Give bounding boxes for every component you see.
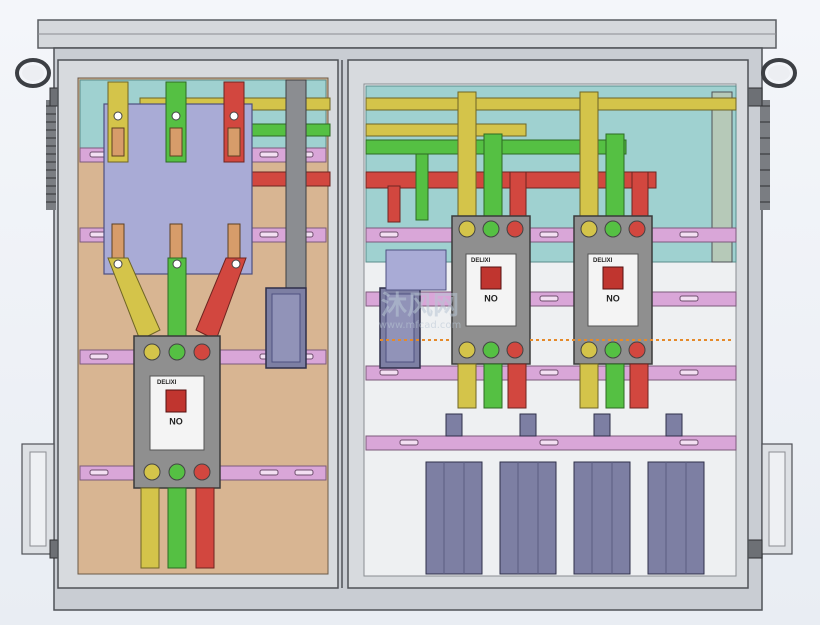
svg-text:沐风网: 沐风网 [381, 291, 459, 321]
lifting-eye-icon [15, 58, 51, 88]
breaker-on-label: ON [606, 293, 620, 303]
breaker-brand-label: DELIXI [157, 380, 177, 386]
ventilation-louver-icon [760, 100, 770, 210]
breaker-brand-label: DELIXI [593, 258, 613, 264]
main-breaker: DELIXI ON [133, 335, 221, 489]
hinge-icon [747, 539, 763, 559]
lifting-eye-icon [761, 58, 797, 88]
breaker-brand-label: DELIXI [471, 258, 491, 264]
breaker-on-label: ON [484, 293, 498, 303]
svg-text:www.mfcad.com: www.mfcad.com [379, 320, 462, 331]
electrical-cabinet-drawing: DELIXI ON DELIXI ON DELIXI ON 沐风网 www.mf… [0, 0, 820, 625]
breaker-on-label: ON [169, 416, 183, 426]
breaker-right-a: DELIXI ON [451, 215, 531, 365]
watermark: 沐风网 www.mfcad.com [379, 291, 462, 331]
ventilation-louver-icon [46, 100, 56, 210]
hinge-icon [747, 87, 763, 107]
breaker-right-b: DELIXI ON [573, 215, 653, 365]
